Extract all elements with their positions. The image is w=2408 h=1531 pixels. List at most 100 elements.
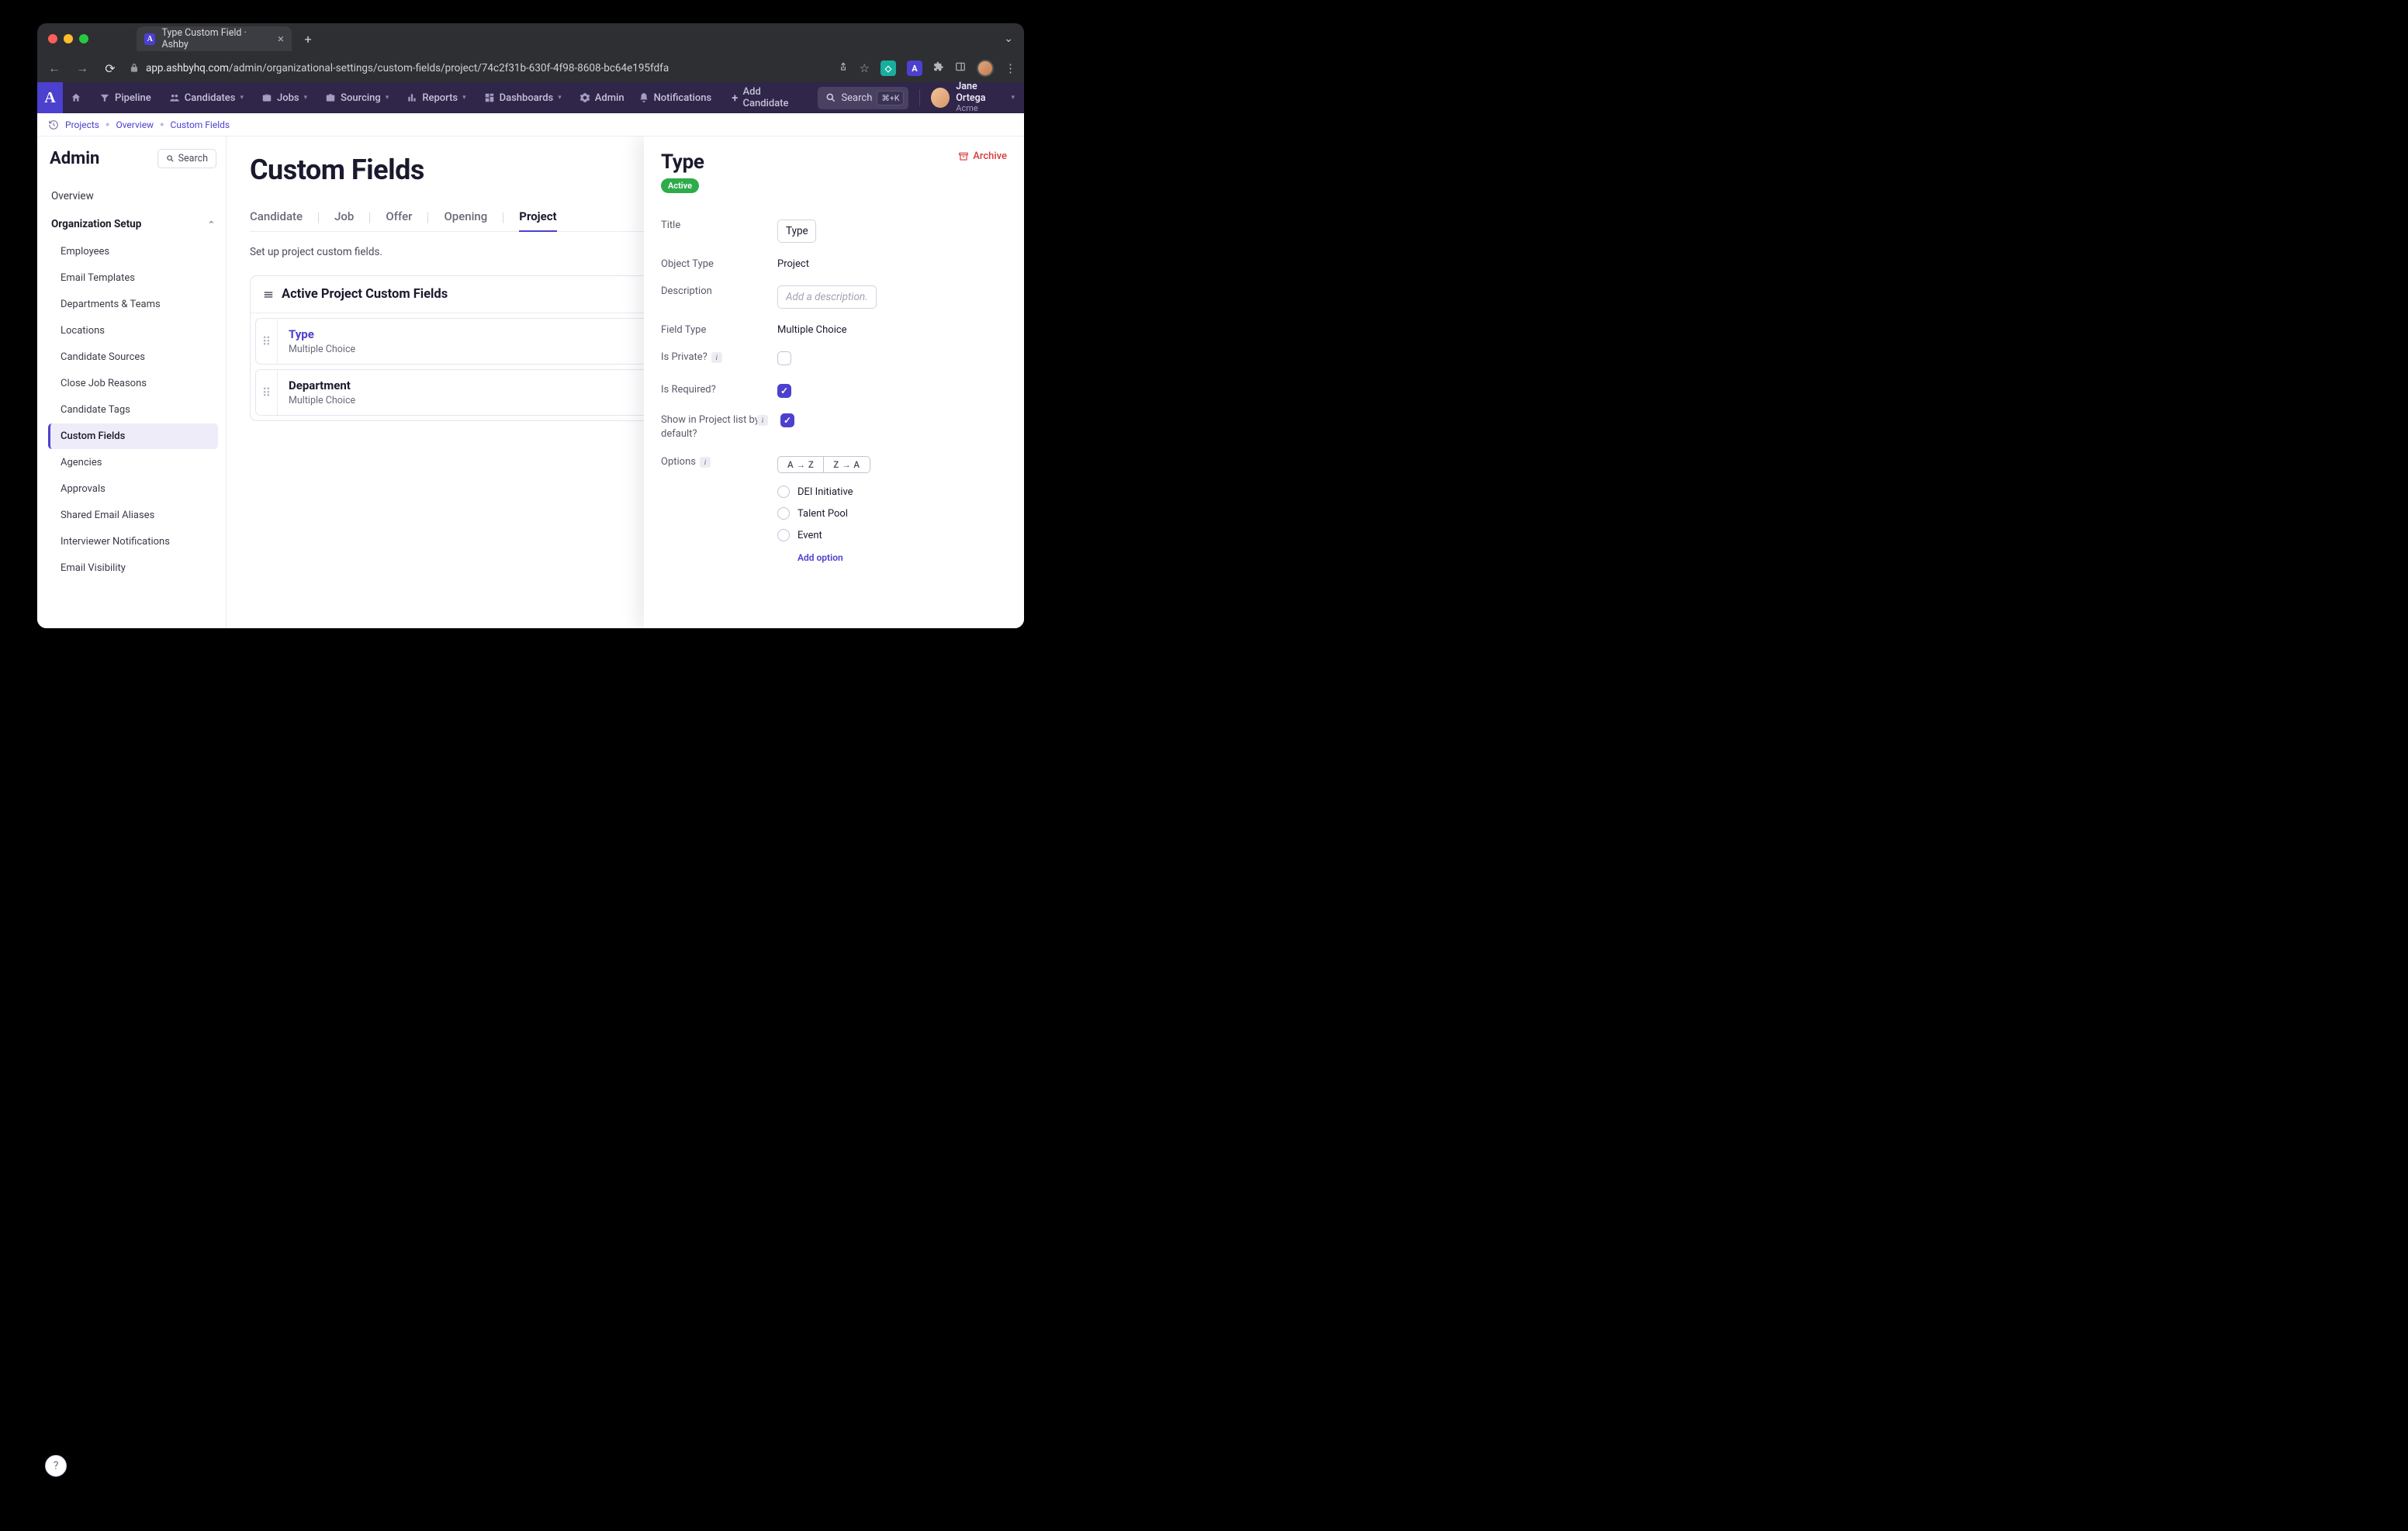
sidebar-item[interactable]: Shared Email Aliases xyxy=(48,503,218,528)
lock-icon xyxy=(129,63,140,74)
sidebar-item[interactable]: Interviewer Notifications xyxy=(48,529,218,555)
tab-title: Type Custom Field · Ashby xyxy=(161,27,272,50)
chevron-up-icon: ⌃ xyxy=(208,219,215,230)
sidebar-item[interactable]: Approvals xyxy=(48,476,218,502)
user-avatar xyxy=(931,88,950,108)
breadcrumb: Projects ● Overview ● Custom Fields xyxy=(37,113,1024,137)
nav-jobs[interactable]: Jobs▾ xyxy=(254,82,315,113)
sidebar-item[interactable]: Email Templates xyxy=(48,265,218,291)
show-in-list-checkbox[interactable] xyxy=(780,413,794,427)
archive-icon xyxy=(958,151,969,162)
nav-sourcing[interactable]: Sourcing▾ xyxy=(317,82,396,113)
address-bar[interactable]: app.ashbyhq.com/admin/organizational-set… xyxy=(129,62,829,74)
sort-za-button[interactable]: Z → A xyxy=(823,457,869,472)
tab-project[interactable]: Project xyxy=(519,202,556,231)
tab-job[interactable]: Job xyxy=(334,202,354,231)
share-icon[interactable] xyxy=(838,61,849,75)
search-shortcut: ⌘+K xyxy=(877,91,904,105)
global-search[interactable]: Search ⌘+K xyxy=(818,87,908,109)
sidebar-item[interactable]: Departments & Teams xyxy=(48,292,218,317)
sidebar-item[interactable]: Close Job Reasons xyxy=(48,371,218,396)
favicon-icon: A xyxy=(144,33,155,45)
reload-button[interactable]: ⟳ xyxy=(101,61,119,76)
tab-opening[interactable]: Opening xyxy=(444,202,487,231)
tab-offer[interactable]: Offer xyxy=(386,202,412,231)
option-row[interactable]: DEI Initiative xyxy=(777,481,1007,503)
option-radio[interactable] xyxy=(777,486,790,498)
option-row[interactable]: Event xyxy=(777,524,1007,546)
field-label-is-required: Is Required? xyxy=(661,384,777,396)
panel-icon[interactable] xyxy=(955,61,966,75)
sidebar-item[interactable]: Candidate Sources xyxy=(48,344,218,370)
sidebar-item[interactable]: Candidate Tags xyxy=(48,397,218,423)
page-title: Custom Fields xyxy=(250,154,424,186)
sidebar-item[interactable]: Employees xyxy=(48,239,218,264)
nav-notifications[interactable]: Notifications xyxy=(632,82,718,113)
nav-candidates[interactable]: Candidates▾ xyxy=(161,82,251,113)
sort-az-button[interactable]: A → Z xyxy=(778,457,823,472)
info-icon[interactable]: i xyxy=(711,352,722,363)
app-logo[interactable]: A xyxy=(37,82,63,113)
status-badge: Active xyxy=(661,178,699,193)
new-tab-button[interactable]: + xyxy=(298,29,318,49)
user-menu[interactable]: Jane Ortega Acme ▾ xyxy=(931,81,1015,113)
window-maximize-icon[interactable] xyxy=(79,34,88,43)
back-button[interactable]: ← xyxy=(45,60,64,76)
field-label-title: Title xyxy=(661,219,777,231)
help-button[interactable]: ? xyxy=(45,1455,67,1477)
nav-home[interactable] xyxy=(63,82,89,113)
option-radio[interactable] xyxy=(777,529,790,541)
nav-reports[interactable]: Reports▾ xyxy=(399,82,473,113)
extensions-menu-icon[interactable] xyxy=(933,61,944,75)
tabs-dropdown-icon[interactable]: ⌄ xyxy=(1004,33,1013,45)
user-org: Acme xyxy=(956,104,1005,114)
breadcrumb-link[interactable]: Projects xyxy=(65,119,99,130)
tab-candidate[interactable]: Candidate xyxy=(250,202,303,231)
sidebar-item[interactable]: Email Visibility xyxy=(48,555,218,581)
option-row[interactable]: Talent Pool xyxy=(777,503,1007,524)
add-candidate-button[interactable]: +Add Candidate xyxy=(725,82,810,113)
info-icon[interactable]: i xyxy=(757,415,768,426)
sidebar-overview[interactable]: Overview xyxy=(48,182,218,210)
field-label-field-type: Field Type xyxy=(661,324,777,336)
sidebar-item[interactable]: Locations xyxy=(48,318,218,344)
option-radio[interactable] xyxy=(777,507,790,520)
description-input[interactable] xyxy=(777,285,877,309)
window-close-icon[interactable] xyxy=(48,34,57,43)
history-icon[interactable] xyxy=(48,119,59,130)
browser-tab[interactable]: A Type Custom Field · Ashby × xyxy=(137,26,292,51)
breadcrumb-link[interactable]: Custom Fields xyxy=(171,119,230,130)
forward-button: → xyxy=(73,60,92,76)
breadcrumb-link[interactable]: Overview xyxy=(116,119,154,130)
extension-icon[interactable]: ◇ xyxy=(881,60,896,76)
close-tab-icon[interactable]: × xyxy=(278,32,284,46)
sidebar-item[interactable]: Agencies xyxy=(48,450,218,475)
sidebar-search-button[interactable]: Search xyxy=(157,149,216,168)
info-icon[interactable]: i xyxy=(700,457,711,468)
admin-sidebar: Admin Search Overview Organization Setup… xyxy=(37,137,227,628)
window-minimize-icon[interactable] xyxy=(64,34,73,43)
archive-button[interactable]: Archive xyxy=(958,150,1007,162)
sidebar-item[interactable]: Custom Fields xyxy=(48,423,218,449)
nav-dashboards[interactable]: Dashboards▾ xyxy=(476,82,569,113)
list-icon xyxy=(263,289,274,300)
browser-tab-strip: A Type Custom Field · Ashby × + ⌄ xyxy=(37,23,1024,54)
nav-admin[interactable]: Admin xyxy=(572,82,632,113)
kebab-menu-icon[interactable]: ⋮ xyxy=(1005,61,1016,75)
drag-handle-icon[interactable]: ⠿ xyxy=(256,370,278,415)
bookmark-icon[interactable]: ☆ xyxy=(860,61,870,75)
option-label: DEI Initiative xyxy=(797,486,853,498)
drag-handle-icon[interactable]: ⠿ xyxy=(256,319,278,364)
is-required-checkbox[interactable] xyxy=(777,384,791,398)
option-label: Talent Pool xyxy=(797,508,848,520)
url-domain: app.ashbyhq.com xyxy=(146,62,229,74)
extension-ashby-icon[interactable]: A xyxy=(907,60,922,76)
panel-title: Type xyxy=(661,150,704,174)
nav-pipeline[interactable]: Pipeline xyxy=(92,82,159,113)
is-private-checkbox[interactable] xyxy=(777,351,791,365)
add-option-button[interactable]: Add option xyxy=(777,552,1007,563)
title-input[interactable] xyxy=(777,219,816,243)
sidebar-group-header[interactable]: Organization Setup ⌃ xyxy=(48,210,218,238)
detail-panel: ✕ Type Active Archive Title xyxy=(644,137,1024,628)
profile-avatar[interactable] xyxy=(977,60,994,77)
